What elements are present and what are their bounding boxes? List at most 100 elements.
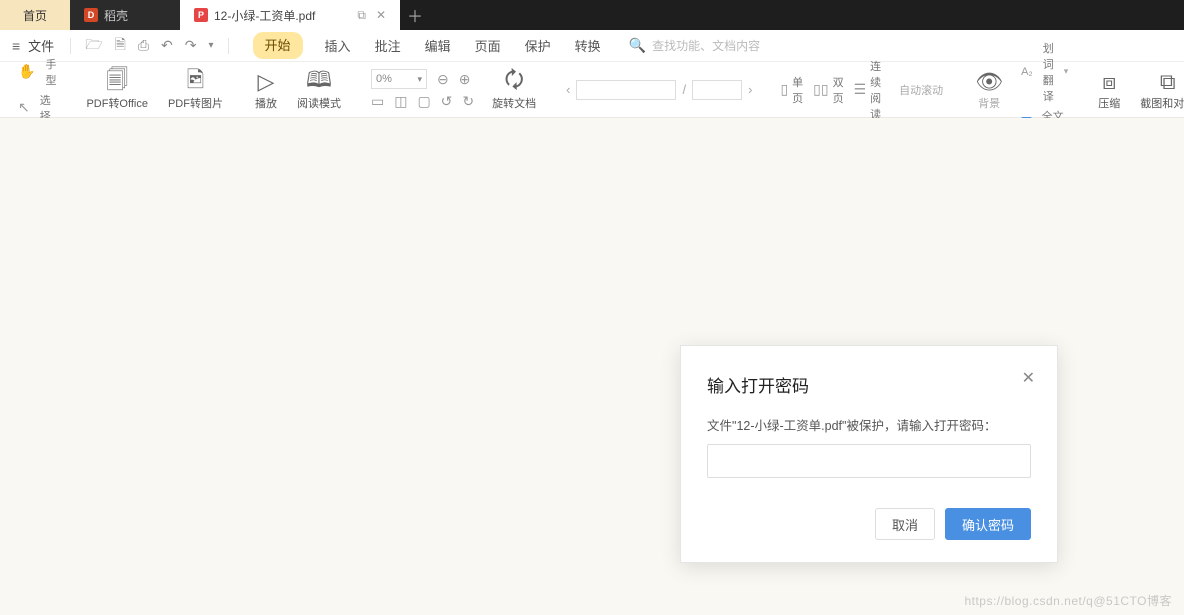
hand-tool-label: 手型 [45, 56, 56, 88]
double-page-button[interactable]: ▯▯双页 [813, 74, 843, 106]
pdf-office-icon: 🗐 [106, 69, 128, 95]
tab-add-button[interactable]: ＋ [400, 0, 430, 30]
play-icon: ▷ [258, 69, 275, 95]
compress-button[interactable]: ⧈ 压缩 [1088, 62, 1130, 117]
window-tabbar: 首页 D 稻壳 P 12-小绿-工资单.pdf ⧉ ✕ ＋ [0, 0, 1184, 30]
page-next-icon[interactable]: › [748, 82, 752, 97]
dialog-title: 输入打开密码 [707, 372, 1031, 397]
eye-icon: 👁 [975, 69, 1003, 95]
menu-file[interactable]: 文件 [28, 36, 54, 55]
play-button[interactable]: ▷ 播放 [245, 62, 287, 117]
fit-width-icon[interactable]: ▭ [371, 93, 384, 110]
translate-group: A₂划词翻译▾ W全文翻译 [1013, 62, 1076, 117]
tab-docer-label: 稻壳 [104, 7, 128, 24]
word-translate-button[interactable]: A₂划词翻译▾ [1021, 40, 1068, 104]
dialog-msg-suffix: "被保护，请输入打开密码： [842, 419, 996, 433]
hand-tool-button[interactable]: ✋ 手型 [18, 56, 56, 88]
tab-home[interactable]: 首页 [0, 0, 70, 30]
read-mode-button[interactable]: 🕮 阅读模式 [287, 62, 351, 117]
play-label: 播放 [255, 95, 277, 111]
open-icon[interactable]: 🗁 [81, 32, 106, 60]
rotate-left-icon[interactable]: ↺ [441, 93, 453, 110]
abc-icon: A₂ [1021, 66, 1033, 78]
ribbon-tab-edit[interactable]: 编辑 [423, 32, 453, 59]
rotate-right-icon[interactable]: ↻ [462, 93, 474, 110]
password-dialog: ✕ 输入打开密码 文件"12-小绿-工资单.pdf"被保护，请输入打开密码： 取… [680, 345, 1058, 563]
background-label: 背景 [978, 95, 1000, 111]
page-sep: / [682, 82, 686, 97]
hand-icon: ✋ [18, 63, 35, 80]
cursor-icon: ↖ [18, 99, 30, 116]
pdf-to-office-button[interactable]: 🗐 PDF转Office [76, 62, 158, 117]
ribbon-tab-page[interactable]: 页面 [473, 32, 503, 59]
dropdown-icon[interactable]: ▾ [205, 38, 218, 53]
continuous-label: 连续阅读 [870, 58, 881, 122]
zoom-group: 0%▾ ⊖ ⊕ ▭ ◫ ▢ ↺ ↻ [363, 62, 482, 117]
tab-document-label: 12-小绿-工资单.pdf [214, 7, 315, 24]
crop-compare-button[interactable]: ⧉ 截图和对比 [1130, 62, 1184, 117]
single-page-icon: ▯ [780, 81, 788, 98]
tab-actions: ⧉ ✕ [357, 8, 386, 23]
page-input[interactable] [576, 80, 676, 100]
rotate-icon: 🗘 [504, 69, 524, 95]
single-page-button[interactable]: ▯单页 [780, 74, 803, 106]
view-group: ▯单页 ▯▯双页 ☰连续阅读 [772, 62, 889, 117]
zoom-value: 0% [376, 73, 392, 85]
undo-icon[interactable]: ↶ [157, 35, 177, 56]
chevron-down-icon: ▾ [1064, 66, 1069, 77]
compress-icon: ⧈ [1102, 69, 1116, 95]
readmode-label: 阅读模式 [297, 95, 341, 111]
tab-docer[interactable]: D 稻壳 [70, 0, 180, 30]
search-box[interactable]: 🔍 查找功能、文档内容 [629, 37, 760, 54]
autoscroll-label: 自动滚动 [899, 82, 943, 98]
page-prev-icon[interactable]: ‹ [566, 82, 570, 97]
confirm-button[interactable]: 确认密码 [945, 508, 1031, 540]
watermark: https://blog.csdn.net/q@51CTO博客 [964, 592, 1172, 609]
crop-label: 截图和对比 [1140, 95, 1184, 111]
dialog-message: 文件"12-小绿-工资单.pdf"被保护，请输入打开密码： [707, 415, 1031, 434]
ribbon-tab-protect[interactable]: 保护 [523, 32, 553, 59]
docer-icon: D [84, 8, 98, 22]
rotate-doc-button[interactable]: 🗘 旋转文档 [482, 62, 546, 117]
ribbon-tab-annotate[interactable]: 批注 [373, 32, 403, 59]
menu-separator-2 [228, 38, 229, 54]
redo-icon[interactable]: ↷ [181, 35, 201, 56]
search-icon: 🔍 [629, 37, 646, 54]
background-button[interactable]: 👁 背景 [965, 62, 1013, 117]
ribbon-tab-start[interactable]: 开始 [253, 32, 303, 59]
ribbon-tab-convert[interactable]: 转换 [573, 32, 603, 59]
pdf-image-label: PDF转图片 [168, 95, 223, 111]
continuous-button[interactable]: ☰连续阅读 [854, 58, 882, 122]
pdf-image-icon: 🖻 [187, 69, 205, 95]
book-icon: 🕮 [306, 69, 332, 95]
pdf-icon: P [194, 8, 208, 22]
single-label: 单页 [792, 74, 803, 106]
print-icon[interactable]: ⎙ [134, 35, 153, 56]
zoom-out-icon[interactable]: ⊖ [437, 71, 449, 88]
page-total [692, 80, 742, 100]
dialog-msg-prefix: 文件" [707, 419, 736, 433]
fit-page-icon[interactable]: ◫ [394, 93, 407, 110]
dialog-close-button[interactable]: ✕ [1022, 368, 1035, 388]
menu-separator [70, 38, 71, 54]
actual-size-icon[interactable]: ▢ [417, 93, 430, 110]
tab-document-active[interactable]: P 12-小绿-工资单.pdf ⧉ ✕ [180, 0, 400, 30]
double-label: 双页 [833, 74, 844, 106]
cancel-label: 取消 [892, 515, 918, 534]
hamburger-icon[interactable]: ≡ [12, 38, 20, 54]
zoom-select[interactable]: 0%▾ [371, 69, 427, 89]
zoom-in-icon[interactable]: ⊕ [459, 71, 471, 88]
pdf-office-label: PDF转Office [86, 95, 148, 111]
password-input[interactable] [707, 444, 1031, 478]
tab-popout-icon[interactable]: ⧉ [357, 8, 366, 23]
pdf-to-image-button[interactable]: 🖻 PDF转图片 [158, 62, 233, 117]
compress-label: 压缩 [1098, 95, 1120, 111]
ribbon-tab-insert[interactable]: 插入 [323, 32, 353, 59]
continuous-icon: ☰ [854, 81, 867, 98]
tab-close-icon[interactable]: ✕ [376, 8, 386, 23]
save-icon[interactable]: 🗎 [111, 32, 130, 60]
autoscroll-button[interactable]: 自动滚动 [889, 62, 953, 117]
rotate-label: 旋转文档 [492, 95, 536, 111]
pager-group: ‹ / › [558, 62, 760, 117]
cancel-button[interactable]: 取消 [875, 508, 935, 540]
